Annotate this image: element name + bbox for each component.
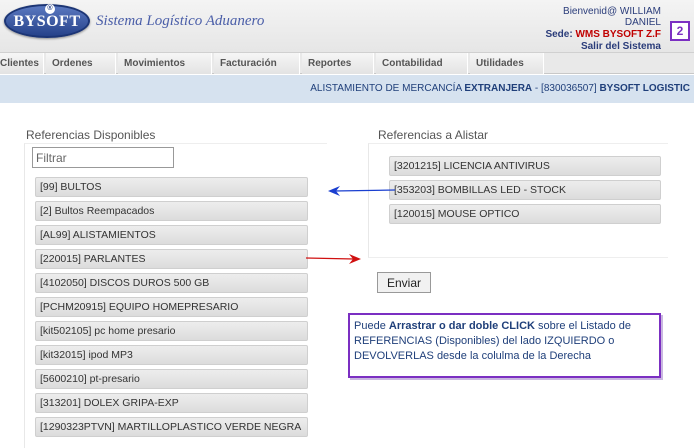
blue-return-arrow-icon <box>328 186 396 196</box>
red-add-arrow-icon <box>305 254 361 264</box>
note-text-1: Puede <box>354 320 389 332</box>
drag-hint-arrows <box>305 186 396 264</box>
instruction-note: Puede Arrastrar o dar doble CLICK sobre … <box>348 313 661 378</box>
note-emphasis: Arrastrar o dar doble CLICK <box>388 320 535 332</box>
